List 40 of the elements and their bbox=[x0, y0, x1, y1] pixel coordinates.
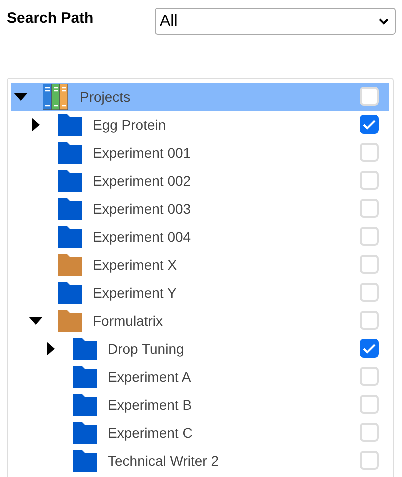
binders-icon bbox=[43, 84, 69, 110]
search-path-label: Search Path bbox=[7, 9, 95, 27]
tree-item[interactable]: Drop Tuning bbox=[11, 335, 389, 363]
tree-item[interactable]: Experiment Y bbox=[11, 279, 389, 307]
collapse-arrow-icon[interactable] bbox=[14, 93, 28, 101]
tree-item[interactable]: Egg Protein bbox=[11, 111, 389, 139]
tree-item[interactable]: Experiment 002 bbox=[11, 167, 389, 195]
tree-item[interactable]: Experiment 003 bbox=[11, 195, 389, 223]
tree-item[interactable]: Experiment B bbox=[11, 391, 389, 419]
item-label: Experiment C bbox=[108, 425, 193, 441]
item-label: Experiment 003 bbox=[93, 201, 192, 217]
expand-arrow-icon[interactable] bbox=[32, 118, 40, 132]
tree-item[interactable]: Experiment C bbox=[11, 419, 389, 447]
collapse-arrow-icon[interactable] bbox=[29, 317, 43, 325]
search-path-dropdown[interactable]: All bbox=[155, 8, 396, 35]
chevron-down-icon bbox=[379, 18, 389, 25]
item-label: Experiment 002 bbox=[93, 173, 192, 189]
checkbox[interactable] bbox=[360, 339, 379, 358]
item-label: Experiment 004 bbox=[93, 229, 192, 245]
item-label: Experiment X bbox=[93, 257, 178, 273]
item-label: Egg Protein bbox=[93, 117, 166, 133]
tree-item[interactable]: Experiment X bbox=[11, 251, 389, 279]
item-label: Formulatrix bbox=[93, 313, 164, 329]
item-label: Projects bbox=[80, 89, 131, 105]
tree-item[interactable]: Experiment A bbox=[11, 363, 389, 391]
tree-item[interactable]: Technical Writer 2 bbox=[11, 447, 389, 475]
tree-item[interactable]: Experiment 004 bbox=[11, 223, 389, 251]
tree-item[interactable]: Experiment 001 bbox=[11, 139, 389, 167]
item-label: Experiment B bbox=[108, 397, 192, 413]
item-label: Experiment Y bbox=[93, 285, 177, 301]
expand-arrow-icon[interactable] bbox=[47, 342, 55, 356]
item-label: Experiment A bbox=[108, 369, 192, 385]
item-label: Experiment 001 bbox=[93, 145, 192, 161]
check-icon bbox=[363, 344, 376, 354]
item-label: Technical Writer 2 bbox=[108, 453, 220, 469]
tree-item[interactable]: Projects bbox=[11, 83, 389, 111]
item-label: Drop Tuning bbox=[108, 341, 184, 357]
checkbox[interactable] bbox=[360, 115, 379, 134]
tree-item[interactable]: Formulatrix bbox=[11, 307, 389, 335]
check-icon bbox=[363, 120, 376, 130]
